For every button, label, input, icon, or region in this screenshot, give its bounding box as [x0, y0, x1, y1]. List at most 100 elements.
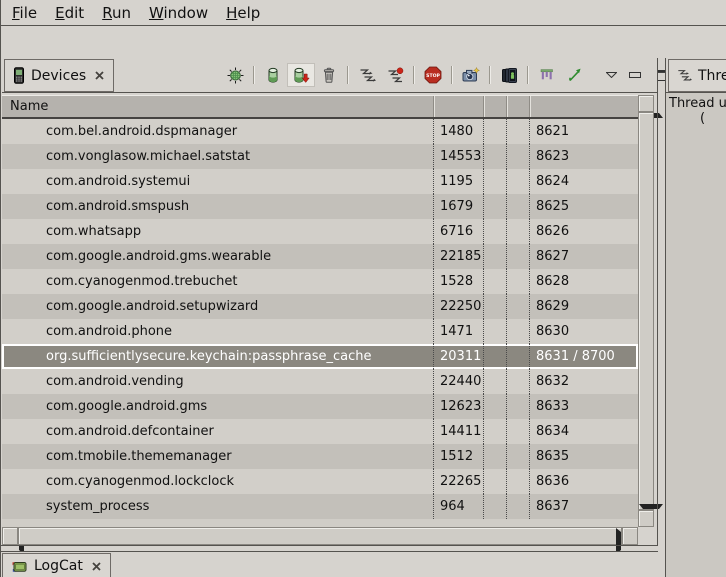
- capture-system-trace-icon[interactable]: [533, 63, 561, 87]
- process-name: com.vonglasow.michael.satstat: [2, 144, 433, 169]
- process-blank-cell: [506, 344, 529, 369]
- phone-icon: [13, 67, 25, 84]
- scroll-left-icon[interactable]: [2, 527, 18, 545]
- process-row[interactable]: com.vonglasow.michael.satstat 14553 8623: [2, 144, 638, 169]
- panel-sash[interactable]: [657, 58, 658, 546]
- svg-text:STOP: STOP: [426, 73, 440, 79]
- process-pid: 20311: [433, 344, 483, 369]
- minimize-icon[interactable]: [625, 64, 645, 86]
- process-row[interactable]: com.tmobile.thememanager 1512 8635: [2, 444, 638, 469]
- menu-help[interactable]: Help: [217, 2, 269, 24]
- process-blank-cell: [483, 269, 506, 294]
- process-row[interactable]: com.android.vending 22440 8632: [2, 369, 638, 394]
- process-pid: 1528: [433, 269, 483, 294]
- process-pid: 14411: [433, 419, 483, 444]
- process-debug-port: 8630: [529, 319, 638, 344]
- process-row[interactable]: com.android.phone 1471 8630: [2, 319, 638, 344]
- menu-window[interactable]: Window: [140, 2, 217, 24]
- vertical-scrollbar-thumb[interactable]: [638, 112, 654, 510]
- process-pid: 1512: [433, 444, 483, 469]
- cause-gc-icon[interactable]: [315, 63, 343, 87]
- process-pid: 1195: [433, 169, 483, 194]
- process-name: system_process: [2, 494, 433, 519]
- process-blank-cell: [506, 244, 529, 269]
- toolbar-separator: [527, 66, 529, 84]
- process-blank-cell: [506, 144, 529, 169]
- process-blank-cell: [506, 444, 529, 469]
- process-blank-cell: [483, 469, 506, 494]
- process-row[interactable]: com.bel.android.dspmanager 1480 8621: [2, 119, 638, 144]
- scroll-right-icon[interactable]: [622, 527, 638, 545]
- process-debug-port: 8628: [529, 269, 638, 294]
- menu-run[interactable]: Run: [93, 2, 140, 24]
- process-row[interactable]: com.cyanogenmod.lockclock 22265 8636: [2, 469, 638, 494]
- dump-hprof-icon[interactable]: [287, 63, 315, 87]
- start-opengl-trace-icon[interactable]: [561, 63, 589, 87]
- horizontal-scrollbar[interactable]: [2, 527, 638, 545]
- process-blank-cell: [506, 219, 529, 244]
- process-name: com.android.defcontainer: [2, 419, 433, 444]
- start-method-profiling-icon[interactable]: [381, 63, 409, 87]
- horizontal-scrollbar-thumb[interactable]: [18, 527, 622, 545]
- process-blank-cell: [483, 419, 506, 444]
- menu-edit[interactable]: Edit: [46, 2, 93, 24]
- process-pid: 22265: [433, 469, 483, 494]
- vertical-scrollbar[interactable]: [638, 95, 654, 527]
- screen-capture-icon[interactable]: [457, 63, 485, 87]
- view-menu-icon[interactable]: [601, 64, 621, 86]
- process-name: com.cyanogenmod.trebuchet: [2, 269, 433, 294]
- column-header-port[interactable]: [529, 96, 638, 117]
- process-name: com.cyanogenmod.lockclock: [2, 469, 433, 494]
- process-blank-cell: [483, 394, 506, 419]
- column-header-blank2[interactable]: [506, 96, 529, 117]
- process-debug-port: 8624: [529, 169, 638, 194]
- process-blank-cell: [506, 319, 529, 344]
- process-blank-cell: [483, 144, 506, 169]
- process-row[interactable]: com.whatsapp 6716 8626: [2, 219, 638, 244]
- capture-device-screens-icon[interactable]: [495, 63, 523, 87]
- tab-threads[interactable]: Threads: [668, 59, 726, 92]
- process-pid: 6716: [433, 219, 483, 244]
- process-pid: 12623: [433, 394, 483, 419]
- process-debug-port: 8631 / 8700: [529, 344, 638, 369]
- threads-message: Thread up (: [666, 93, 726, 126]
- devices-toolbar: STOP: [221, 61, 673, 89]
- scroll-up-icon[interactable]: [638, 95, 654, 112]
- scroll-down-icon[interactable]: [638, 510, 654, 527]
- threads-tab-bar: Threads: [666, 58, 726, 93]
- tab-logcat[interactable]: LogCat: [2, 553, 111, 577]
- toolbar-separator: [253, 66, 255, 84]
- process-row[interactable]: system_process 964 8637: [2, 494, 638, 519]
- process-row[interactable]: com.cyanogenmod.trebuchet 1528 8628: [2, 269, 638, 294]
- column-header-name[interactable]: Name: [2, 96, 433, 117]
- process-row[interactable]: com.google.android.gms.wearable 22185 86…: [2, 244, 638, 269]
- process-row[interactable]: com.google.android.gms 12623 8633: [2, 394, 638, 419]
- update-heap-icon[interactable]: [259, 63, 287, 87]
- devices-tab-label: Devices: [31, 68, 86, 84]
- stop-process-icon[interactable]: STOP: [419, 63, 447, 87]
- threads-icon: [677, 68, 692, 83]
- column-header-blank1[interactable]: [483, 96, 506, 117]
- process-row[interactable]: com.android.systemui 1195 8624: [2, 169, 638, 194]
- threads-message-line2: (: [666, 111, 726, 126]
- process-row[interactable]: org.sufficientlysecure.keychain:passphra…: [2, 344, 638, 369]
- update-threads-icon[interactable]: [353, 63, 381, 87]
- close-icon[interactable]: [94, 70, 105, 81]
- process-blank-cell: [506, 369, 529, 394]
- process-row[interactable]: com.google.android.setupwizard 22250 862…: [2, 294, 638, 319]
- tab-devices[interactable]: Devices: [4, 59, 114, 92]
- process-row[interactable]: com.android.defcontainer 14411 8634: [2, 419, 638, 444]
- process-blank-cell: [483, 369, 506, 394]
- process-row[interactable]: com.android.smspush 1679 8625: [2, 194, 638, 219]
- column-header-pid[interactable]: [433, 96, 483, 117]
- menu-file[interactable]: File: [3, 2, 46, 24]
- logcat-tab-label: LogCat: [34, 558, 83, 574]
- close-icon[interactable]: [91, 561, 102, 572]
- process-blank-cell: [483, 444, 506, 469]
- process-name: com.google.android.setupwizard: [2, 294, 433, 319]
- process-blank-cell: [483, 294, 506, 319]
- process-debug-port: 8629: [529, 294, 638, 319]
- process-name: com.tmobile.thememanager: [2, 444, 433, 469]
- process-blank-cell: [483, 494, 506, 519]
- debug-process-icon[interactable]: [221, 63, 249, 87]
